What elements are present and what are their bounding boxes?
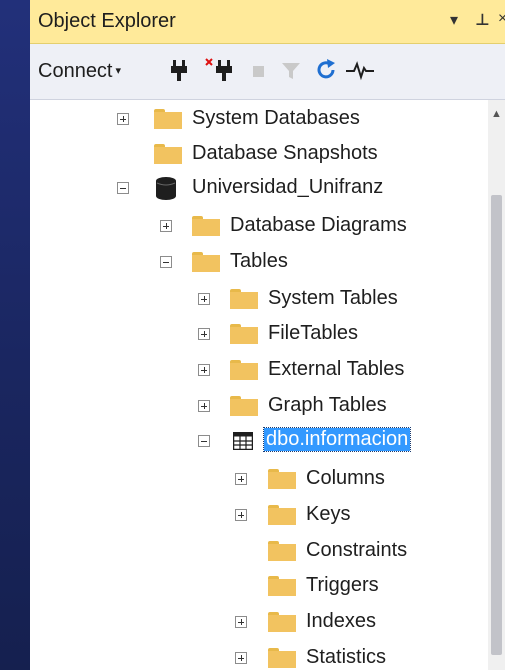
collapse-icon[interactable] [117,182,129,194]
expand-icon[interactable] [198,293,210,305]
folder-icon [192,216,220,236]
filter-icon[interactable] [280,58,302,87]
panel-title: Object Explorer [38,10,176,32]
folder-icon [268,541,296,561]
collapse-icon[interactable] [160,256,172,268]
folder-icon [230,396,258,416]
folder-icon [154,144,182,164]
expand-icon[interactable] [235,616,247,628]
database-icon [156,177,176,200]
connect-label: Connect [38,60,113,82]
folder-icon [268,469,296,489]
tree-item-label: Statistics [306,646,387,668]
folder-icon [154,109,182,129]
tree-item-label: dbo.informacion [262,427,412,452]
chevron-down-icon: ▾ [115,65,122,77]
folder-icon [230,289,258,309]
expand-icon[interactable] [198,400,210,412]
tree-item-label: Columns [306,467,385,489]
tree-item-label: Database Diagrams [230,214,407,236]
object-explorer-tree: System Databases Database Snapshots Univ… [30,100,488,670]
tree-item-label: Database Snapshots [192,142,378,164]
folder-icon [192,252,220,272]
tree-item-label: Indexes [306,610,377,632]
connect-plug-icon[interactable] [170,58,188,87]
vertical-scrollbar[interactable]: ▲ [488,100,505,670]
tree-item-table-dbo-informacion[interactable]: dbo.informacion [30,424,488,458]
tree-item-system-tables[interactable]: System Tables [30,282,488,316]
scroll-up-icon[interactable]: ▲ [491,108,502,120]
expand-icon[interactable] [235,509,247,521]
tree-item-external-tables[interactable]: External Tables [30,353,488,387]
collapse-icon[interactable] [198,435,210,447]
stop-icon[interactable] [250,58,268,87]
tree-item-label: System Databases [192,107,360,129]
folder-icon [268,505,296,525]
tree-item-filetables[interactable]: FileTables [30,317,488,351]
tree-item-label: Constraints [306,539,408,561]
tree-item-label: Keys [306,503,351,525]
tree-item-database-universidad-unifranz[interactable]: Universidad_Unifranz [30,171,488,205]
folder-icon [230,360,258,380]
folder-icon [230,324,258,344]
folder-icon [268,612,296,632]
tree-item-triggers[interactable]: Triggers [30,569,488,603]
expand-icon[interactable] [117,113,129,125]
expand-icon[interactable] [235,473,247,485]
tree-item-tables[interactable]: Tables [30,245,488,279]
activity-monitor-icon[interactable] [345,58,375,87]
expand-icon[interactable] [198,364,210,376]
expand-icon[interactable] [160,220,172,232]
tree-item-label: System Tables [268,287,398,309]
tree-item-database-diagrams[interactable]: Database Diagrams [30,209,488,243]
tree-item-label: Tables [230,250,288,272]
toolbar: Connect ▾ [30,44,505,100]
scrollbar-thumb[interactable] [491,195,502,655]
tree-item-constraints[interactable]: Constraints [30,534,488,568]
tree-item-keys[interactable]: Keys [30,498,488,532]
tree-item-system-databases[interactable]: System Databases [30,102,488,136]
pin-icon[interactable]: ⊥ [475,10,490,30]
tree-item-label: External Tables [268,358,405,380]
window-position-dropdown-icon[interactable]: ▾ [450,10,458,30]
close-icon[interactable]: × [498,10,505,28]
tree-item-label: Universidad_Unifranz [192,176,384,198]
object-explorer-panel: Object Explorer ▾ ⊥ × Connect ▾ System D… [30,0,505,670]
tree-item-graph-tables[interactable]: Graph Tables [30,389,488,423]
tree-item-database-snapshots[interactable]: Database Snapshots [30,137,488,171]
title-bar: Object Explorer ▾ ⊥ × [30,0,505,44]
tree-item-indexes[interactable]: Indexes [30,605,488,639]
folder-icon [268,648,296,668]
tree-item-label: Triggers [306,574,379,596]
tree-item-statistics[interactable]: Statistics [30,641,488,670]
tree-item-columns[interactable]: Columns [30,462,488,496]
connect-button[interactable]: Connect ▾ [38,60,121,83]
expand-icon[interactable] [235,652,247,664]
disconnect-icon[interactable] [205,58,233,87]
tree-item-label: FileTables [268,322,359,344]
tree-item-label: Graph Tables [268,394,387,416]
expand-icon[interactable] [198,328,210,340]
refresh-icon[interactable] [315,58,339,87]
table-icon [233,432,253,450]
folder-icon [268,576,296,596]
